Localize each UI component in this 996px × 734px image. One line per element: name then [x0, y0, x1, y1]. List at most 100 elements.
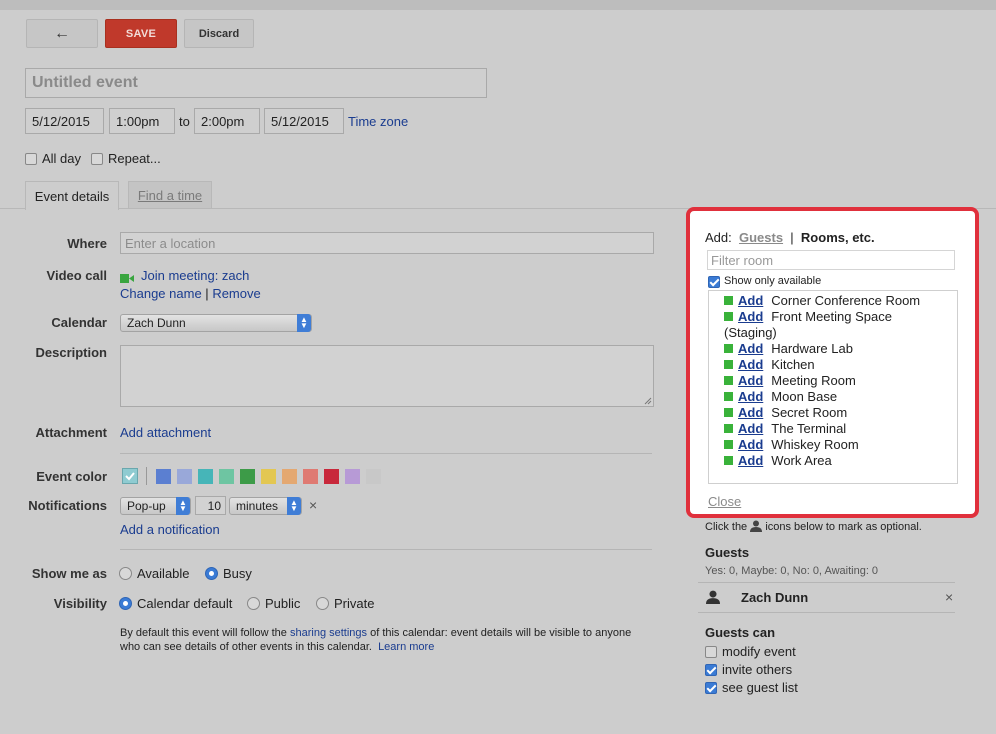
divider — [120, 549, 652, 550]
tab-find-a-time[interactable]: Find a time — [128, 181, 212, 209]
add-room-link[interactable]: Add — [738, 405, 763, 420]
availability-icon — [724, 376, 733, 385]
color-divider — [146, 467, 147, 485]
end-date-input[interactable]: 5/12/2015 — [264, 108, 344, 134]
color-swatch[interactable] — [177, 469, 192, 484]
color-swatch[interactable] — [261, 469, 276, 484]
all-day-label: All day — [42, 151, 82, 166]
location-input[interactable]: Enter a location — [120, 232, 654, 254]
modify-event-checkbox[interactable] — [705, 646, 717, 658]
add-room-link[interactable]: Add — [738, 357, 763, 372]
description-label: Description — [35, 345, 107, 360]
add-room-link[interactable]: Add — [738, 453, 763, 468]
tab-guests[interactable]: Guests — [739, 230, 783, 245]
learn-more-link[interactable]: Learn more — [378, 641, 434, 653]
start-date-input[interactable]: 5/12/2015 — [25, 108, 104, 134]
calendar-select[interactable]: Zach Dunn ▲ ▼ — [120, 314, 312, 332]
notification-unit-select[interactable]: minutes ▲ ▼ — [229, 497, 302, 515]
add-room-link[interactable]: Add — [738, 421, 763, 436]
end-time-input[interactable]: 2:00pm — [194, 108, 260, 134]
guest-name: Zach Dunn — [741, 590, 809, 605]
join-meeting-link[interactable]: Join meeting: zach — [141, 268, 249, 283]
color-swatch[interactable] — [345, 469, 360, 484]
color-swatch[interactable] — [156, 469, 171, 484]
save-button[interactable]: SAVE — [105, 19, 177, 48]
repeat-checkbox[interactable] — [91, 153, 103, 165]
tab-rooms[interactable]: Rooms, etc. — [801, 230, 875, 245]
room-item: Add Front Meeting Space (Staging) — [724, 309, 924, 341]
show-available-label: Show only available — [724, 275, 822, 287]
time-zone-link[interactable]: Time zone — [348, 114, 408, 129]
add-room-link[interactable]: Add — [738, 293, 763, 308]
visibility-public-label: Public — [265, 596, 301, 611]
visibility-private-label: Private — [334, 596, 375, 611]
add-attachment-link[interactable]: Add attachment — [120, 425, 211, 440]
availability-icon — [724, 456, 733, 465]
sharing-settings-link[interactable]: sharing settings — [290, 627, 367, 639]
optional-hint: Click the icons below to mark as optiona… — [705, 520, 922, 533]
close-panel-link[interactable]: Close — [708, 494, 741, 509]
see-guest-list-checkbox[interactable] — [705, 682, 717, 694]
back-button[interactable]: ← — [26, 19, 98, 48]
color-swatch[interactable] — [303, 469, 318, 484]
guest-optional-person-icon[interactable] — [706, 590, 720, 607]
availability-icon — [724, 312, 733, 321]
room-name: Hardware Lab — [771, 341, 853, 356]
divider — [698, 612, 955, 613]
show-available-checkbox[interactable] — [708, 276, 720, 288]
room-item: Add The Terminal — [724, 421, 846, 437]
see-guest-list-label: see guest list — [722, 680, 798, 695]
add-room-link[interactable]: Add — [738, 437, 763, 452]
color-swatch[interactable] — [324, 469, 339, 484]
availability-icon — [724, 408, 733, 417]
busy-radio[interactable] — [205, 567, 218, 580]
color-swatch[interactable] — [198, 469, 213, 484]
event-title-input[interactable]: Untitled event — [25, 68, 487, 98]
room-item: Add Kitchen — [724, 357, 815, 373]
select-arrows-icon: ▲ ▼ — [176, 497, 190, 515]
note-text: of this calendar: event details will be … — [367, 627, 632, 639]
where-label: Where — [67, 236, 107, 251]
change-name-link[interactable]: Change name — [120, 286, 202, 301]
notification-amount-input[interactable]: 10 — [195, 496, 226, 515]
available-radio[interactable] — [119, 567, 132, 580]
room-name: Corner Conference Room — [771, 293, 921, 308]
color-swatch[interactable] — [366, 469, 381, 484]
add-notification-link[interactable]: Add a notification — [120, 522, 220, 537]
invite-others-checkbox[interactable] — [705, 664, 717, 676]
invite-others-label: invite others — [722, 662, 793, 677]
remove-notification-icon[interactable]: × — [309, 497, 317, 513]
add-room-link[interactable]: Add — [738, 389, 763, 404]
checkmark-icon — [125, 472, 135, 481]
add-room-link[interactable]: Add — [738, 341, 763, 356]
add-room-link[interactable]: Add — [738, 309, 763, 324]
room-name: Kitchen — [771, 357, 815, 372]
notification-type-select[interactable]: Pop-up ▲ ▼ — [120, 497, 191, 515]
description-textarea[interactable] — [120, 345, 654, 407]
repeat-label: Repeat... — [108, 151, 161, 166]
room-item: Add Moon Base — [724, 389, 837, 405]
color-swatch[interactable] — [282, 469, 297, 484]
remove-video-link[interactable]: Remove — [212, 286, 260, 301]
guests-title: Guests — [705, 545, 750, 560]
remove-guest-icon[interactable]: × — [945, 589, 953, 605]
add-room-link[interactable]: Add — [738, 373, 763, 388]
color-swatch[interactable] — [240, 469, 255, 484]
visibility-private-radio[interactable] — [316, 597, 329, 610]
note-text: who can see details of other events in t… — [120, 641, 372, 653]
tab-divider: | — [790, 230, 794, 245]
availability-icon — [724, 392, 733, 401]
filter-room-input[interactable]: Filter room — [707, 250, 955, 270]
visibility-default-radio[interactable] — [119, 597, 132, 610]
selected-color-swatch[interactable] — [122, 468, 138, 484]
room-name: Meeting Room — [771, 373, 856, 388]
tab-event-details[interactable]: Event details — [25, 181, 119, 210]
add-label: Add: — [705, 230, 732, 245]
visibility-public-radio[interactable] — [247, 597, 260, 610]
discard-button[interactable]: Discard — [184, 19, 254, 48]
all-day-checkbox[interactable] — [25, 153, 37, 165]
resize-handle-icon[interactable] — [644, 397, 652, 405]
room-item: Add Corner Conference Room — [724, 293, 920, 309]
color-swatch[interactable] — [219, 469, 234, 484]
start-time-input[interactable]: 1:00pm — [109, 108, 175, 134]
